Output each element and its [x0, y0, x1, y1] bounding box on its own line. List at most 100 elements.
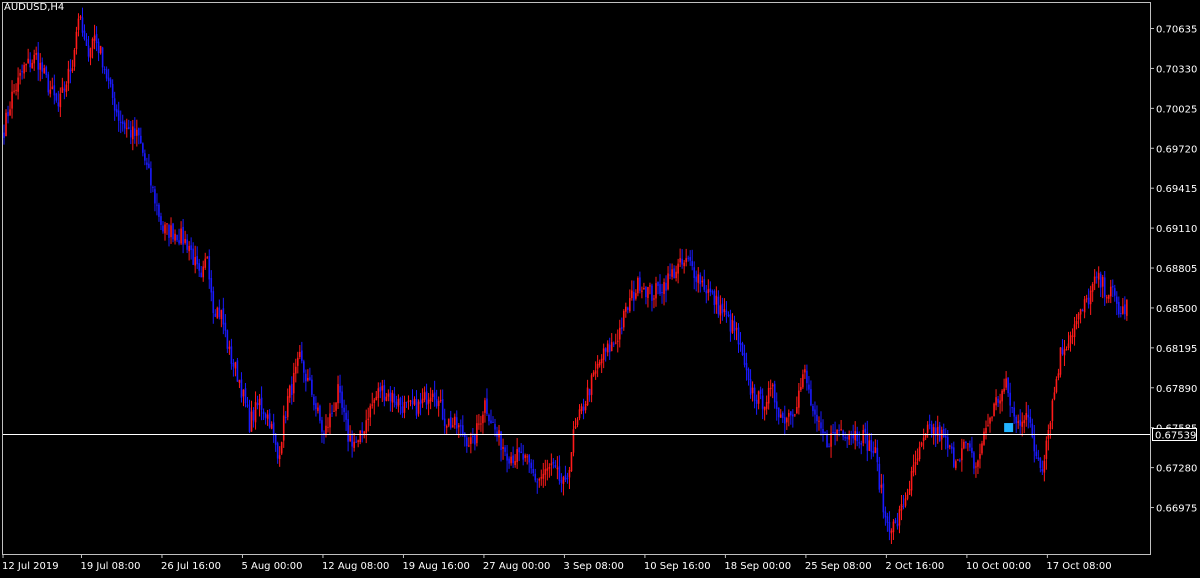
candle-body [1049, 422, 1052, 430]
candle-body [625, 306, 627, 312]
candle-body [655, 283, 657, 299]
candle-body [1113, 288, 1116, 296]
candle-body [1009, 392, 1011, 406]
candle-body [1003, 388, 1005, 392]
candle-body [311, 379, 313, 395]
candle-body [443, 418, 446, 426]
candle-body [1051, 400, 1054, 422]
candle-body [848, 434, 850, 440]
candle-body [377, 388, 380, 398]
candle-body [1065, 348, 1068, 351]
current-price-tag-label: 0.67539 [1155, 431, 1196, 442]
candle-body [266, 414, 269, 419]
candle-body [313, 396, 315, 406]
candle-body [468, 445, 470, 447]
candle-body [144, 153, 146, 161]
candle-body [516, 449, 518, 463]
candle-body [538, 478, 541, 481]
candle-body [802, 374, 804, 388]
candle-body [1055, 379, 1058, 393]
candle-body [1035, 451, 1038, 457]
candle-body [375, 396, 378, 401]
candle-body [451, 425, 454, 428]
candle-body [125, 127, 128, 129]
candle-body [1037, 457, 1040, 460]
chart-area[interactable]: 0.70635 0.70330 0.70025 0.69720 0.69415 0.691… [0, 0, 1200, 574]
candle-body [697, 274, 700, 283]
candle-body [920, 442, 923, 446]
candle-body [870, 439, 873, 452]
candle-body [1001, 390, 1003, 402]
candle-body [140, 135, 142, 143]
candle-body [117, 110, 120, 121]
candle-body [836, 429, 838, 435]
x-tick-label: 2 Oct 16:00 [885, 561, 944, 572]
candle-body [862, 430, 865, 444]
candle-body [685, 258, 687, 263]
candle-body [963, 441, 965, 449]
candle-body [250, 411, 253, 432]
candle-body [77, 18, 80, 30]
candle-body [787, 413, 790, 417]
candle-body [904, 498, 907, 506]
candle-body [115, 109, 118, 113]
candle-body [19, 72, 21, 76]
candle-body [355, 441, 357, 443]
candle-body [17, 77, 19, 92]
candle-body [707, 289, 710, 293]
candle-body [703, 279, 706, 290]
candle-body [918, 446, 921, 460]
candle-body [701, 280, 704, 283]
candle-body [470, 437, 472, 444]
x-tick-label: 18 Sep 00:00 [724, 561, 791, 572]
candle-body [693, 267, 696, 278]
candle-body [462, 425, 464, 436]
candle-body [610, 342, 613, 351]
candle-body [880, 484, 883, 488]
candle-body [739, 342, 742, 345]
candle-body [419, 400, 422, 405]
candle-body [383, 385, 386, 401]
candle-body [498, 430, 500, 438]
candle-body [349, 435, 351, 441]
candle-body [276, 443, 279, 459]
candle-body [669, 274, 671, 276]
candle-body [1023, 420, 1026, 424]
candle-body [222, 308, 225, 325]
candle-body [65, 84, 68, 93]
candle-body [840, 429, 842, 431]
candle-body [166, 223, 168, 225]
candle-body [7, 111, 9, 117]
candle-body [1069, 335, 1072, 344]
candle-body [526, 456, 528, 458]
candle-body [81, 17, 84, 33]
candle-body [860, 442, 863, 445]
candle-body [129, 129, 132, 138]
candle-body [618, 327, 621, 340]
candle-body [999, 400, 1001, 404]
candle-body [214, 313, 217, 317]
candle-body [309, 377, 311, 381]
candle-body [842, 430, 844, 437]
candle-body [983, 431, 985, 445]
candle-body [810, 389, 812, 406]
trade-marker[interactable] [1004, 423, 1014, 433]
candlestick-chart[interactable]: 0.70635 0.70330 0.70025 0.69720 0.69415 0.691… [0, 0, 1200, 574]
candle-body [39, 62, 42, 70]
y-tick-label: 0.66975 [1156, 504, 1197, 515]
candle-body [331, 412, 333, 414]
candle-body [274, 433, 277, 445]
candle-body [620, 327, 623, 329]
candle-body [985, 428, 987, 434]
candle-body [767, 387, 770, 404]
candle-body [228, 346, 231, 349]
candle-body [240, 379, 243, 398]
candle-body [67, 68, 70, 84]
candle-body [864, 428, 867, 433]
candle-body [631, 290, 633, 299]
candle-body [653, 298, 655, 300]
candle-body [1063, 349, 1066, 356]
candle-body [1079, 309, 1082, 315]
candle-body [761, 395, 764, 409]
candle-body [286, 396, 289, 418]
